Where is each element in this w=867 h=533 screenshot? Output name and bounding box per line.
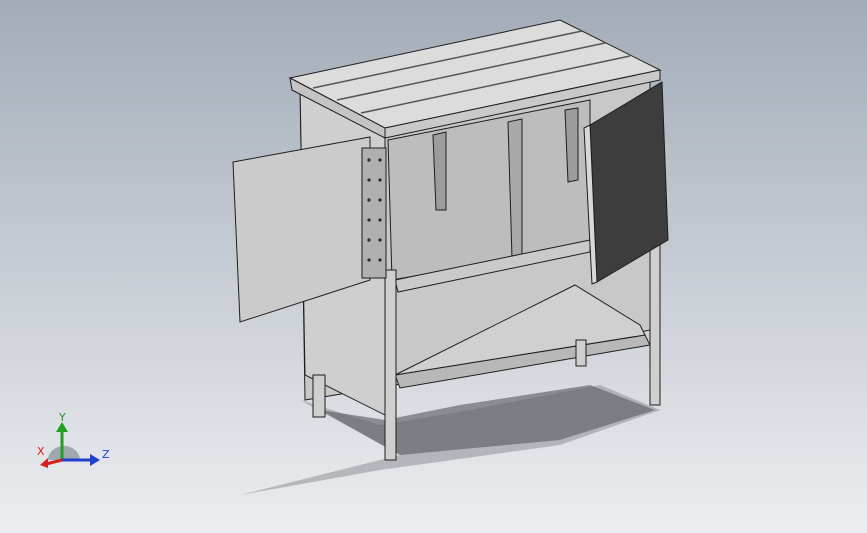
- door-hinge: [361, 147, 387, 279]
- cabinet-model[interactable]: [0, 0, 867, 533]
- x-axis-arrow: [40, 458, 48, 468]
- leg-front-left: [384, 269, 397, 461]
- axis-triad[interactable]: Y Z X: [30, 410, 120, 480]
- x-axis-line: [45, 458, 63, 466]
- z-axis-arrow: [90, 454, 100, 466]
- y-axis-label: Y: [58, 411, 66, 424]
- leg-front-right: [649, 244, 661, 406]
- graphics-viewport[interactable]: Y Z X: [0, 0, 867, 533]
- leg-back-left: [312, 374, 326, 418]
- x-axis-label: X: [37, 445, 45, 458]
- triad-dome: [48, 446, 80, 460]
- leg-back-right: [575, 339, 587, 367]
- z-axis-label: Z: [102, 448, 110, 461]
